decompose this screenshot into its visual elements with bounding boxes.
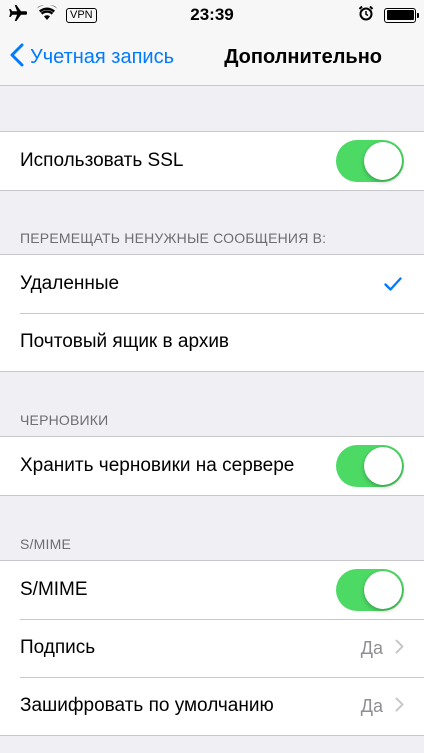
- battery-icon: [384, 7, 419, 23]
- option-deleted[interactable]: Удаленные: [0, 255, 424, 313]
- sign-value-wrap: Да: [361, 619, 404, 677]
- smime-toggle[interactable]: [336, 569, 404, 611]
- sign-row[interactable]: Подпись Да: [0, 619, 424, 677]
- toggle-knob: [364, 447, 402, 485]
- status-right: [358, 5, 419, 26]
- wifi-icon: [37, 4, 57, 25]
- sign-label: Подпись: [20, 637, 96, 658]
- option-deleted-label: Удаленные: [20, 273, 120, 294]
- encrypt-value: Да: [360, 695, 383, 716]
- chevron-right-icon: [395, 638, 404, 659]
- ssl-label: Использовать SSL: [20, 150, 184, 171]
- drafts-row: Хранить черновики на сервере: [0, 437, 424, 495]
- ssl-toggle[interactable]: [336, 140, 404, 182]
- drafts-section-header: ЧЕРНОВИКИ: [20, 412, 109, 428]
- checkmark-icon: [384, 275, 402, 297]
- toggle-knob: [364, 142, 402, 180]
- move-group: Удаленные Почтовый ящик в архив: [0, 254, 424, 372]
- smime-row: S/MIME: [0, 561, 424, 619]
- sign-value: Да: [360, 637, 383, 658]
- back-button-label: Учетная запись: [30, 46, 175, 68]
- airplane-icon: [8, 4, 28, 26]
- ssl-group: Использовать SSL: [0, 131, 424, 191]
- status-left: VPN: [8, 4, 97, 26]
- move-section-header: ПЕРЕМЕЩАТЬ НЕНУЖНЫЕ СООБЩЕНИЯ В:: [20, 230, 327, 246]
- ssl-row: Использовать SSL: [0, 132, 424, 190]
- vpn-badge: VPN: [66, 7, 97, 23]
- toggle-knob: [364, 571, 402, 609]
- navigation-bar: Учетная запись Дополнительно: [0, 30, 424, 86]
- encrypt-value-wrap: Да: [361, 677, 404, 735]
- option-archive[interactable]: Почтовый ящик в архив: [0, 313, 424, 371]
- status-bar: VPN 23:39: [0, 0, 424, 30]
- option-archive-label: Почтовый ящик в архив: [20, 331, 230, 352]
- back-button[interactable]: Учетная запись: [0, 43, 174, 73]
- chevron-right-icon: [395, 696, 404, 717]
- chevron-left-icon: [10, 43, 30, 73]
- drafts-toggle[interactable]: [336, 445, 404, 487]
- smime-label: S/MIME: [20, 579, 88, 600]
- alarm-icon: [358, 5, 374, 26]
- drafts-group: Хранить черновики на сервере: [0, 436, 424, 496]
- page-title: Дополнительно: [224, 46, 382, 68]
- smime-group: S/MIME Подпись Да Зашифровать по умолчан…: [0, 560, 424, 736]
- encrypt-label: Зашифровать по умолчанию: [20, 695, 274, 716]
- smime-section-header: S/MIME: [20, 536, 71, 552]
- drafts-label: Хранить черновики на сервере: [20, 455, 295, 476]
- encrypt-row[interactable]: Зашифровать по умолчанию Да: [0, 677, 424, 735]
